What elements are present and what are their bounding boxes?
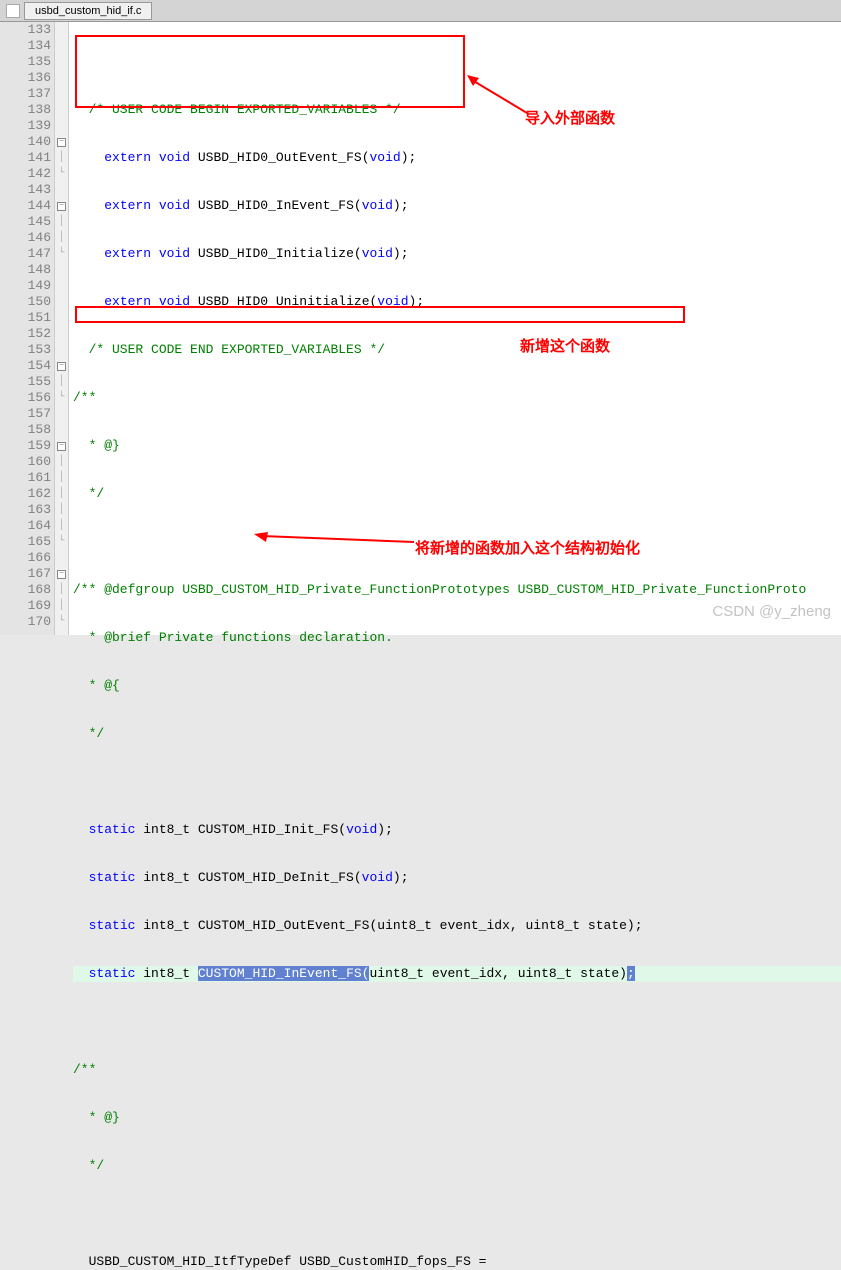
- line-num: 139: [0, 118, 51, 134]
- watermark: CSDN @y_zheng: [712, 603, 831, 620]
- line-num: 166: [0, 550, 51, 566]
- line-num: 167: [0, 566, 51, 582]
- line-num: 165: [0, 534, 51, 550]
- line-num: 156: [0, 390, 51, 406]
- line-num: 142: [0, 166, 51, 182]
- line-num: 149: [0, 278, 51, 294]
- code-line: */: [73, 726, 841, 742]
- line-num: 133: [0, 22, 51, 38]
- line-num: 152: [0, 326, 51, 342]
- line-num: 157: [0, 406, 51, 422]
- code-line: extern void USBD_HID0_Initialize(void);: [73, 246, 841, 262]
- line-num: 160: [0, 454, 51, 470]
- code-line: [73, 1014, 841, 1030]
- code-line: [73, 774, 841, 790]
- fold-toggle[interactable]: −: [55, 358, 68, 374]
- code-line: static int8_t CUSTOM_HID_Init_FS(void);: [73, 822, 841, 838]
- line-num: 138: [0, 102, 51, 118]
- line-num: 163: [0, 502, 51, 518]
- line-num: 169: [0, 598, 51, 614]
- fold-toggle[interactable]: −: [55, 566, 68, 582]
- code-line: [73, 534, 841, 550]
- line-num: 145: [0, 214, 51, 230]
- code-line: /**: [73, 1062, 841, 1078]
- line-num: 159: [0, 438, 51, 454]
- line-num: 143: [0, 182, 51, 198]
- code-line: [73, 54, 841, 70]
- code-line-highlighted: static int8_t CUSTOM_HID_InEvent_FS(uint…: [73, 966, 841, 982]
- fold-toggle[interactable]: −: [55, 438, 68, 454]
- line-num: 158: [0, 422, 51, 438]
- code-editor[interactable]: 133 134 135 136 137 138 139 140 141 142 …: [0, 22, 841, 635]
- line-num: 135: [0, 54, 51, 70]
- line-num: 164: [0, 518, 51, 534]
- fold-column: − │ └ − │ │ └ − │ └ − │ │ │ │ │ └ − │ │ …: [55, 22, 69, 635]
- code-line: /* USER CODE END EXPORTED_VARIABLES */: [73, 342, 841, 358]
- line-num: 146: [0, 230, 51, 246]
- line-num: 161: [0, 470, 51, 486]
- fold-toggle[interactable]: −: [55, 134, 68, 150]
- code-line: * @}: [73, 1110, 841, 1126]
- code-line: extern void USBD_HID0_InEvent_FS(void);: [73, 198, 841, 214]
- line-num: 140: [0, 134, 51, 150]
- code-line: extern void USBD_HID0_OutEvent_FS(void);: [73, 150, 841, 166]
- code-line: /* USER CODE BEGIN EXPORTED_VARIABLES */: [73, 102, 841, 118]
- line-num: 144: [0, 198, 51, 214]
- code-line: * @{: [73, 678, 841, 694]
- tab-bar: usbd_custom_hid_if.c: [0, 0, 841, 22]
- code-line: /**: [73, 390, 841, 406]
- code-line: * @brief Private functions declaration.: [73, 630, 841, 646]
- file-tab[interactable]: usbd_custom_hid_if.c: [24, 2, 152, 20]
- line-num: 170: [0, 614, 51, 630]
- line-numbers: 133 134 135 136 137 138 139 140 141 142 …: [0, 22, 55, 635]
- code-line: extern void USBD_HID0_Uninitialize(void)…: [73, 294, 841, 310]
- line-num: 151: [0, 310, 51, 326]
- code-area[interactable]: /* USER CODE BEGIN EXPORTED_VARIABLES */…: [69, 22, 841, 635]
- line-num: 137: [0, 86, 51, 102]
- fold-toggle[interactable]: −: [55, 198, 68, 214]
- line-num: 154: [0, 358, 51, 374]
- line-num: 150: [0, 294, 51, 310]
- file-icon: [6, 4, 20, 18]
- code-line: */: [73, 486, 841, 502]
- code-line: * @}: [73, 438, 841, 454]
- line-num: 148: [0, 262, 51, 278]
- code-line: USBD_CUSTOM_HID_ItfTypeDef USBD_CustomHI…: [73, 1254, 841, 1270]
- line-num: 141: [0, 150, 51, 166]
- line-num: 134: [0, 38, 51, 54]
- line-num: 162: [0, 486, 51, 502]
- code-line: static int8_t CUSTOM_HID_OutEvent_FS(uin…: [73, 918, 841, 934]
- code-line: static int8_t CUSTOM_HID_DeInit_FS(void)…: [73, 870, 841, 886]
- code-line: /** @defgroup USBD_CUSTOM_HID_Private_Fu…: [73, 582, 841, 598]
- code-line: [73, 1206, 841, 1222]
- line-num: 168: [0, 582, 51, 598]
- text-selection: CUSTOM_HID_InEvent_FS(: [198, 966, 370, 981]
- tab-filename: usbd_custom_hid_if.c: [35, 5, 141, 17]
- line-num: 155: [0, 374, 51, 390]
- code-line: */: [73, 1158, 841, 1174]
- line-num: 147: [0, 246, 51, 262]
- line-num: 136: [0, 70, 51, 86]
- line-num: 153: [0, 342, 51, 358]
